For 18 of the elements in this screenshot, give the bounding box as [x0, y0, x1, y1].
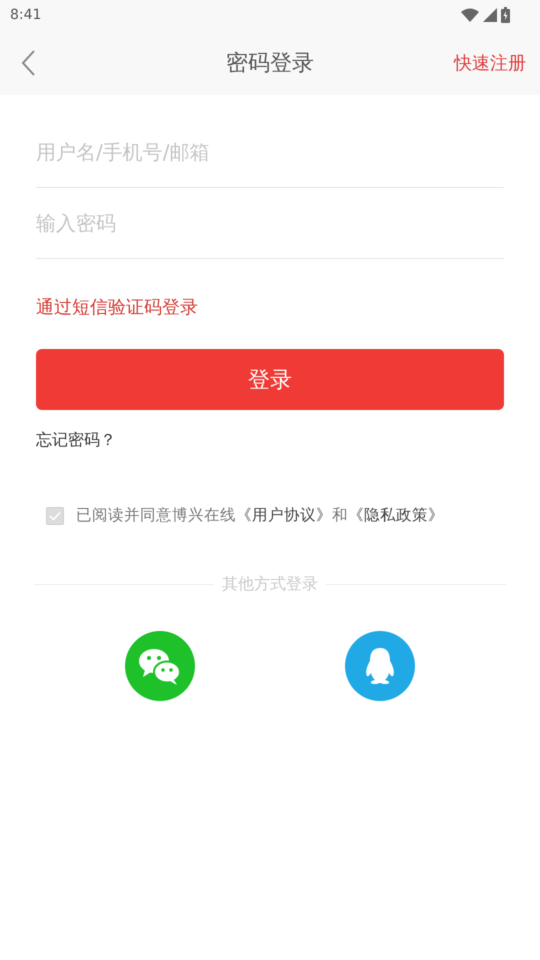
forgot-password-link[interactable]: 忘记密码？	[36, 430, 116, 451]
input-field[interactable]: 输入密码	[36, 188, 504, 259]
agreement-checkbox[interactable]	[46, 506, 64, 524]
penguin-icon	[363, 646, 397, 686]
status-time: 8:41	[10, 7, 42, 23]
page-title: 密码登录	[226, 50, 314, 78]
sms-login-link[interactable]: 通过短信验证码登录	[36, 295, 504, 319]
agreement-text: 已阅读并同意博兴在线《用户协议》和《隐私政策》	[76, 505, 444, 526]
input-field[interactable]: 用户名/手机号/邮箱	[36, 117, 504, 188]
user-agreement-link[interactable]: 《用户协议》	[236, 506, 332, 524]
battery-icon	[501, 7, 510, 23]
wifi-icon	[461, 8, 479, 22]
back-icon	[20, 48, 36, 76]
signal-icon	[483, 8, 497, 22]
register-link[interactable]: 快速注册	[454, 50, 526, 74]
privacy-policy-link[interactable]: 《隐私政策》	[348, 506, 444, 524]
login-button[interactable]: 登录	[36, 349, 504, 410]
check-icon	[49, 510, 61, 520]
